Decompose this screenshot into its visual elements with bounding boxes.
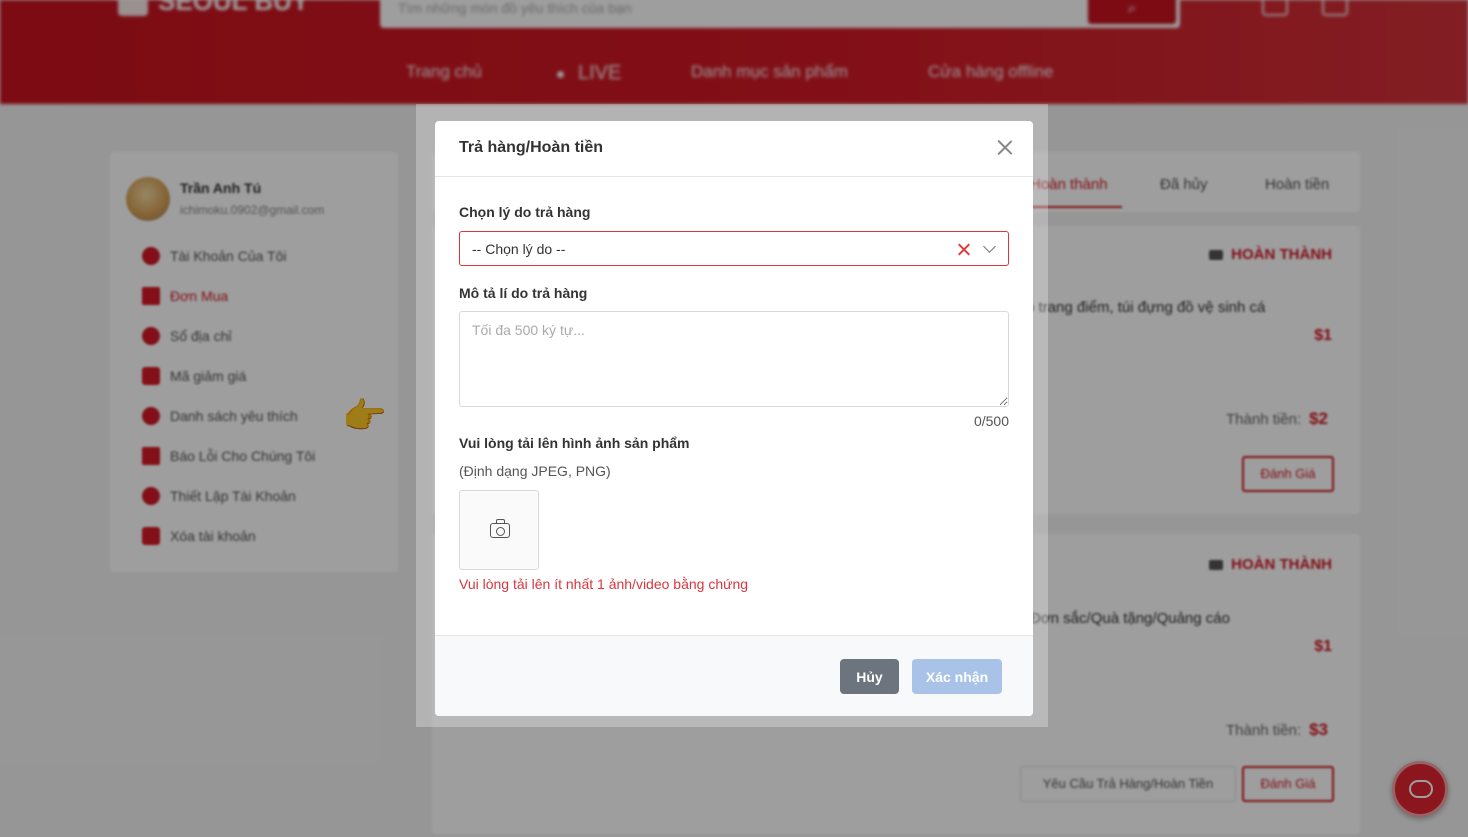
reason-select[interactable]: -- Chọn lý do -- — [459, 231, 1009, 266]
image-upload-button[interactable] — [459, 490, 539, 570]
upload-label: Vui lòng tải lên hình ảnh sản phẩm — [459, 435, 690, 451]
modal-footer: Hủy Xác nhận — [435, 635, 1033, 716]
reason-select-value: -- Chọn lý do -- — [472, 241, 566, 257]
upload-error-message: Vui lòng tải lên ít nhất 1 ảnh/video bằn… — [459, 576, 749, 592]
clear-icon[interactable] — [958, 243, 970, 255]
modal-header: Trả hàng/Hoàn tiền — [435, 121, 1033, 177]
format-note: (Định dạng JPEG, PNG) — [459, 463, 611, 479]
char-counter: 0/500 — [973, 413, 1009, 429]
return-refund-modal: Trả hàng/Hoàn tiền Chọn lý do trả hàng -… — [435, 121, 1033, 716]
description-textarea[interactable] — [459, 311, 1009, 407]
reason-label: Chọn lý do trả hàng — [459, 204, 591, 220]
chevron-down-icon[interactable] — [983, 240, 996, 253]
description-label: Mô tả lí do trả hàng — [459, 285, 588, 301]
close-icon[interactable] — [997, 139, 1013, 155]
modal-title: Trả hàng/Hoàn tiền — [459, 139, 604, 156]
camera-icon — [490, 519, 510, 538]
confirm-button[interactable]: Xác nhận — [912, 659, 1002, 694]
cancel-button[interactable]: Hủy — [840, 659, 899, 694]
